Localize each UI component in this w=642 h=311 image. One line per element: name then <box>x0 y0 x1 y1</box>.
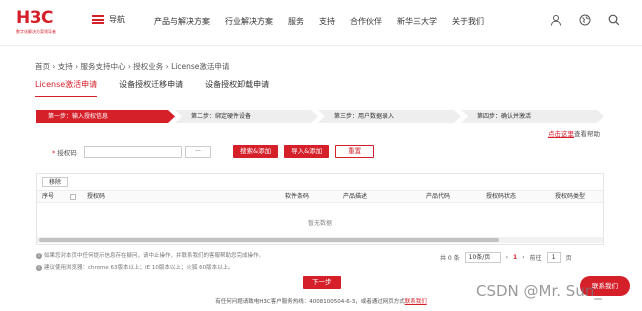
menu-item-service[interactable]: 服务 <box>288 16 304 27</box>
license-code-input[interactable] <box>84 145 182 158</box>
license-code-form: * 授权码 ··· 搜索&添加 导入&添加 重置 <box>52 145 375 158</box>
menu-item-about[interactable]: 关于我们 <box>452 16 484 27</box>
pagination: 共 0 条 10条/页 ‹ 1 › 前往 1 页 <box>440 252 572 263</box>
hamburger-icon <box>92 15 104 24</box>
main-menu: 产品与解决方案 行业解决方案 服务 支持 合作伙伴 新华三大学 关于我们 <box>154 16 484 27</box>
page-unit: 页 <box>565 255 572 262</box>
help-link[interactable]: 点击这里 <box>548 130 574 138</box>
step-progress: 第一步：输入授权信息 第二步：绑定硬件设备 第三步：用户数据录入 第四步：确认并… <box>36 110 604 123</box>
menu-item-university[interactable]: 新华三大学 <box>397 16 437 27</box>
total-count: 共 0 条 <box>440 255 460 262</box>
note-contact-text: 如果您对本页中任何提示信息存在疑问，请中止操作，并联系我们的客服帮助您完成操作。 <box>44 253 265 259</box>
next-step-button[interactable]: 下一步 <box>303 276 341 289</box>
goto-label: 前往 <box>529 255 542 262</box>
required-mark: * <box>52 148 56 157</box>
col-product-code: 产品代码 <box>426 193 451 200</box>
help-text: 查看帮助 <box>574 130 600 138</box>
search-icon[interactable] <box>608 14 620 26</box>
page-size-select[interactable]: 10条/页 <box>464 252 501 263</box>
license-table-panel: 移除 序号 授权码 软件条码 产品描述 产品代码 授权码状态 授权码类型 暂无数… <box>36 173 604 245</box>
select-all-checkbox[interactable] <box>70 194 76 200</box>
col-software-barcode: 软件条码 <box>285 193 310 200</box>
info-icon: i <box>36 265 42 271</box>
next-page-button[interactable]: › <box>522 254 524 261</box>
search-add-button[interactable]: 搜索&添加 <box>233 145 279 158</box>
col-product-desc: 产品描述 <box>343 193 368 200</box>
prev-page-button[interactable]: ‹ <box>506 254 508 261</box>
note-browser-text: 建议使用浏览器：chrome 63版本以上；IE 10版本以上；火狐 60版本以… <box>44 265 234 271</box>
horizontal-scrollbar[interactable] <box>37 237 603 243</box>
empty-state: 暂无数据 <box>307 220 332 227</box>
contact-us-link[interactable]: 联系我们 <box>405 299 427 305</box>
nav-menu-button[interactable]: 导航 <box>92 14 125 25</box>
user-icon[interactable] <box>550 14 562 26</box>
note-contact: i 如果您对本页中任何提示信息存在疑问，请中止操作，并联系我们的客服帮助您完成操作… <box>36 251 264 259</box>
menu-item-industry[interactable]: 行业解决方案 <box>225 16 273 27</box>
step-2: 第二步：绑定硬件设备 <box>175 110 318 123</box>
tab-bar: License激活申请 设备授权迁移申请 设备授权卸载申请 <box>35 79 269 97</box>
nav-label: 导航 <box>109 15 125 24</box>
menu-item-partners[interactable]: 合作伙伴 <box>350 16 382 27</box>
more-button[interactable]: ··· <box>185 145 211 158</box>
csdn-watermark: CSDN @Mr. Sun_ <box>476 282 602 300</box>
logo-tagline: 数字化解决方案领导者 <box>16 29 56 34</box>
info-icon: i <box>36 253 42 259</box>
import-add-button[interactable]: 导入&添加 <box>284 145 330 158</box>
breadcrumb: 首页 › 支持 › 服务支持中心 › 授权业务 › License激活申请 <box>35 62 230 71</box>
globe-icon[interactable] <box>579 14 591 26</box>
tab-license-uninstall[interactable]: 设备授权卸载申请 <box>205 79 269 97</box>
help-hint: 点击这里查看帮助 <box>548 128 600 138</box>
step-4: 第四步：确认并激活 <box>461 110 604 123</box>
remove-button[interactable]: 移除 <box>42 177 69 187</box>
col-license-status: 授权码状态 <box>486 193 517 200</box>
step-3: 第三步：用户数据录入 <box>318 110 461 123</box>
tab-license-migration[interactable]: 设备授权迁移申请 <box>119 79 183 97</box>
top-header: H3C 数字化解决方案领导者 导航 产品与解决方案 行业解决方案 服务 支持 合… <box>0 0 642 46</box>
reset-button[interactable]: 重置 <box>335 145 375 158</box>
col-license-type: 授权码类型 <box>555 193 586 200</box>
tab-license-activation[interactable]: License激活申请 <box>35 79 98 97</box>
license-code-label-text: 授权码 <box>57 148 77 157</box>
header-icons <box>550 14 620 26</box>
step-1: 第一步：输入授权信息 <box>36 110 175 123</box>
goto-page-input[interactable]: 1 <box>546 252 561 263</box>
table-header: 序号 授权码 软件条码 产品描述 产品代码 授权码状态 授权码类型 <box>37 190 603 203</box>
menu-item-support[interactable]: 支持 <box>319 16 335 27</box>
scrollbar-thumb[interactable] <box>39 238 499 242</box>
logo-mark: H3C <box>16 8 54 28</box>
col-index: 序号 <box>42 193 55 200</box>
h3c-logo[interactable]: H3C 数字化解决方案领导者 <box>16 10 56 35</box>
col-license-code: 授权码 <box>87 193 106 200</box>
footer-text: 有任何问题请致电H3C客户服务热线：4008100504-6-3，或者通过网页方… <box>215 299 405 305</box>
menu-item-products[interactable]: 产品与解决方案 <box>154 16 210 27</box>
current-page[interactable]: 1 <box>513 254 517 261</box>
license-code-label: * 授权码 <box>52 147 84 157</box>
note-browser: i 建议使用浏览器：chrome 63版本以上；IE 10版本以上；火狐 60版本… <box>36 263 234 271</box>
